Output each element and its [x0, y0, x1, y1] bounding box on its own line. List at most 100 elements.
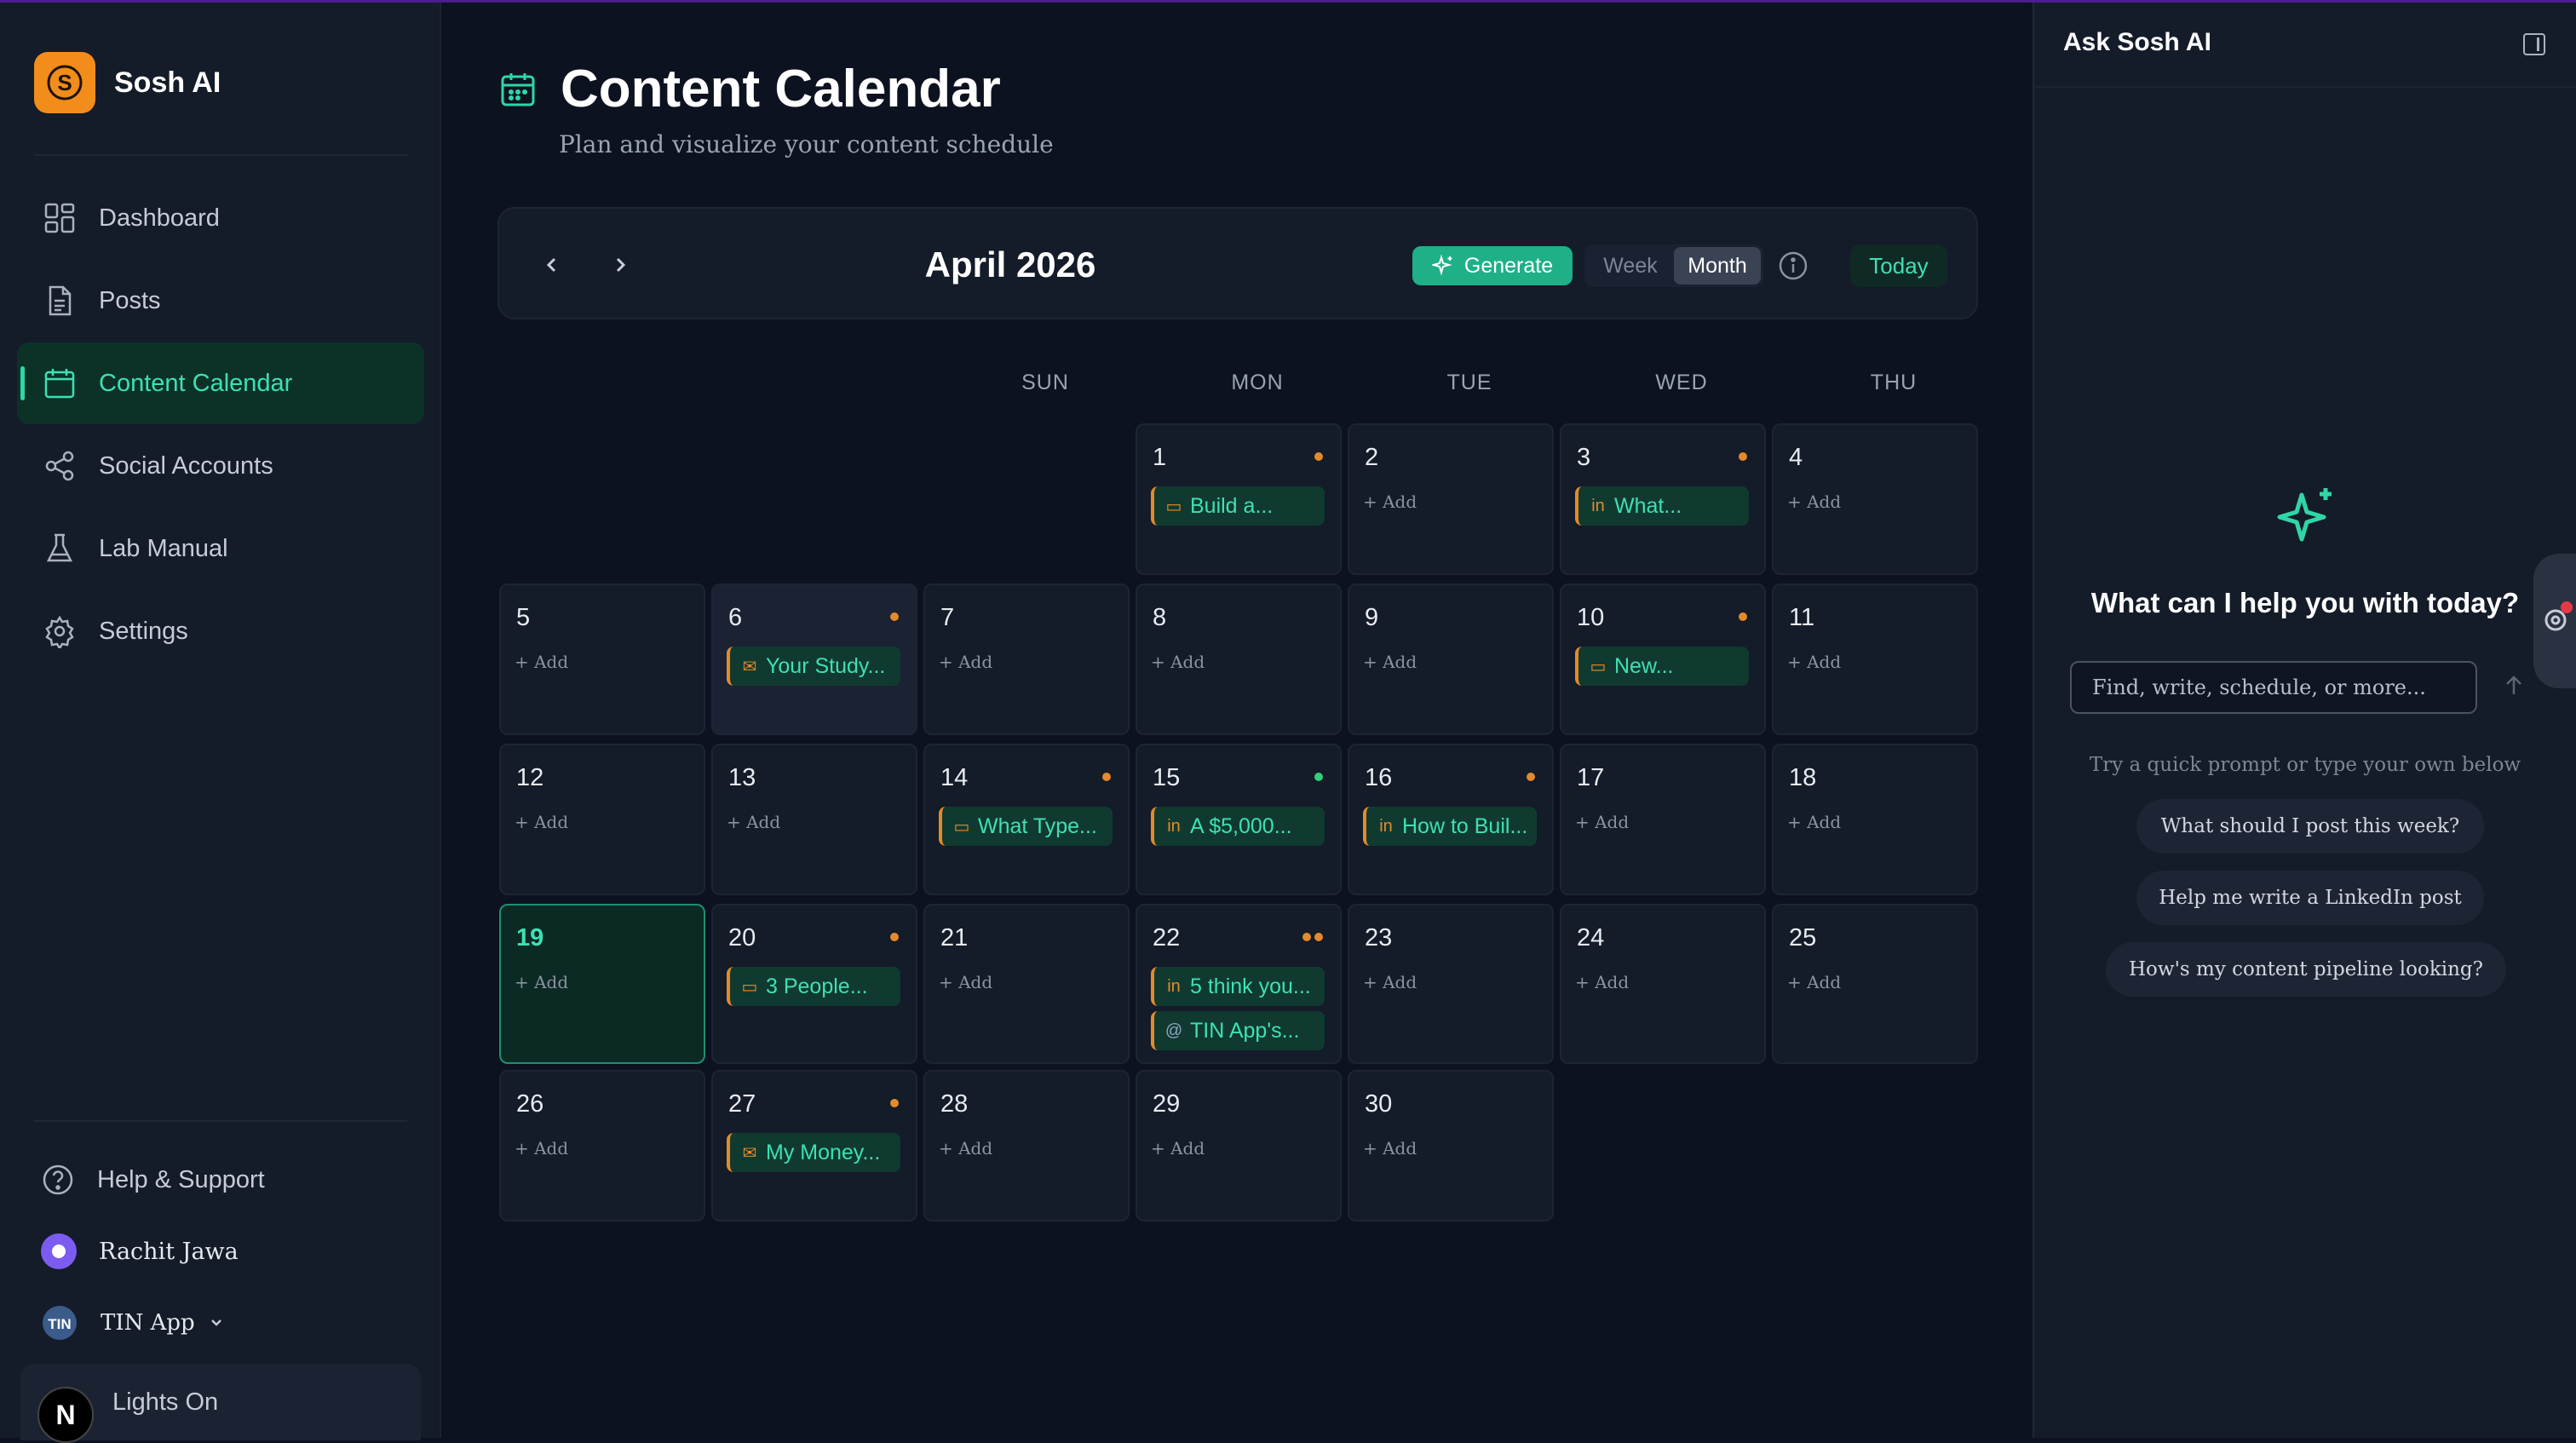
add-event-link[interactable]: + Add	[1363, 1138, 1417, 1158]
sidebar-item-posts[interactable]: Posts	[17, 260, 424, 342]
add-event-link[interactable]: + Add	[1787, 492, 1841, 512]
add-event-link[interactable]: + Add	[1151, 652, 1205, 672]
calendar-day-cell[interactable]: 8 + Add	[1136, 584, 1342, 735]
video-icon: ▭	[1165, 497, 1182, 516]
calendar-day-cell[interactable]: 22 in 5 think you... @ TIN App's...	[1136, 904, 1342, 1064]
calendar-day-cell[interactable]: 21 + Add	[923, 904, 1130, 1064]
event-chip[interactable]: in A $5,000...	[1151, 807, 1325, 846]
add-event-link[interactable]: + Add	[939, 972, 992, 992]
calendar-day-cell[interactable]: 25 + Add	[1772, 904, 1978, 1064]
calendar-day-cell[interactable]: 20 ▭ 3 People...	[711, 904, 917, 1064]
day-number: 28	[940, 1090, 969, 1118]
generate-button[interactable]: Generate	[1412, 246, 1573, 285]
status-dot	[890, 933, 899, 941]
calendar-day-cell[interactable]: 30 + Add	[1348, 1070, 1554, 1222]
sidebar-item-dashboard[interactable]: Dashboard	[17, 177, 424, 259]
sidebar-item-social-accounts[interactable]: Social Accounts	[17, 425, 424, 507]
page-title: Content Calendar	[561, 60, 1001, 118]
avatar	[41, 1233, 77, 1269]
add-event-link[interactable]: + Add	[939, 652, 992, 672]
add-event-link[interactable]: + Add	[1575, 812, 1629, 832]
prev-month-button[interactable]	[535, 248, 569, 282]
add-event-link[interactable]: + Add	[939, 1138, 992, 1158]
prompt-chip[interactable]: Help me write a LinkedIn post	[2136, 871, 2484, 925]
calendar-day-cell[interactable]: 29 + Add	[1136, 1070, 1342, 1222]
calendar-day-cell[interactable]: 27 ✉ My Money...	[711, 1070, 917, 1222]
day-number: 27	[728, 1090, 756, 1118]
calendar-day-cell[interactable]: 10 ▭ New...	[1560, 584, 1766, 735]
calendar-day-cell[interactable]: 2 + Add	[1348, 423, 1554, 575]
event-chip[interactable]: in How to Buil...	[1363, 807, 1537, 846]
add-event-link[interactable]: + Add	[1787, 652, 1841, 672]
sidebar-item-settings[interactable]: Settings	[17, 590, 424, 672]
status-dot	[1102, 773, 1111, 781]
brand[interactable]: S Sosh AI	[34, 52, 221, 113]
month-view-button[interactable]: Month	[1674, 247, 1761, 285]
add-event-link[interactable]: + Add	[515, 812, 568, 832]
event-chip[interactable]: in 5 think you...	[1151, 967, 1325, 1006]
calendar-day-cell[interactable]: 13 + Add	[711, 744, 917, 895]
calendar-day-cell[interactable]: 23 + Add	[1348, 904, 1554, 1064]
calendar-day-cell[interactable]: 17 + Add	[1560, 744, 1766, 895]
calendar-day-cell[interactable]: 3 in What...	[1560, 423, 1766, 575]
add-event-link[interactable]: + Add	[1363, 492, 1417, 512]
event-chip[interactable]: ✉ Your Study...	[727, 647, 900, 686]
calendar-day-cell[interactable]: 19 + Add	[499, 904, 705, 1064]
status-dot	[1739, 612, 1747, 621]
add-event-link[interactable]: + Add	[515, 1138, 568, 1158]
event-chip[interactable]: @ TIN App's...	[1151, 1011, 1325, 1050]
add-event-link[interactable]: + Add	[515, 972, 568, 992]
sidebar-item-lab-manual[interactable]: Lab Manual	[17, 508, 424, 589]
calendar-day-cell[interactable]: 28 + Add	[923, 1070, 1130, 1222]
event-chip[interactable]: ▭ Build a...	[1151, 486, 1325, 526]
video-icon: ▭	[1590, 657, 1607, 676]
calendar-day-cell[interactable]: 16 in How to Buil...	[1348, 744, 1554, 895]
user-profile[interactable]: Rachit Jawa	[17, 1216, 424, 1287]
calendar-day-cell[interactable]: 6 ✉ Your Study...	[711, 584, 917, 735]
add-event-link[interactable]: + Add	[515, 652, 568, 672]
event-chip[interactable]: in What...	[1575, 486, 1749, 526]
add-event-link[interactable]: + Add	[727, 812, 780, 832]
share-icon	[45, 451, 74, 481]
status-dot	[1527, 773, 1535, 781]
calendar-day-cell[interactable]: 24 + Add	[1560, 904, 1766, 1064]
day-number: 12	[516, 764, 544, 791]
assistant-input[interactable]: Find, write, schedule, or more...	[2070, 661, 2477, 714]
prompt-chip[interactable]: What should I post this week?	[2136, 799, 2484, 854]
prompt-chip[interactable]: How's my content pipeline looking?	[2106, 942, 2506, 997]
add-event-link[interactable]: + Add	[1575, 972, 1629, 992]
floating-widget-button[interactable]	[2533, 554, 2576, 688]
help-support-link[interactable]: Help & Support	[17, 1144, 424, 1216]
calendar-day-cell[interactable]: 9 + Add	[1348, 584, 1554, 735]
add-event-link[interactable]: + Add	[1363, 652, 1417, 672]
sidebar-item-content-calendar[interactable]: Content Calendar	[17, 342, 424, 424]
week-view-button[interactable]: Week	[1587, 247, 1674, 285]
calendar-day-cell[interactable]: 18 + Add	[1772, 744, 1978, 895]
add-event-link[interactable]: + Add	[1363, 972, 1417, 992]
today-button[interactable]: Today	[1850, 244, 1947, 287]
calendar-day-cell[interactable]: 1 ▭ Build a...	[1136, 423, 1342, 575]
add-event-link[interactable]: + Add	[1151, 1138, 1205, 1158]
event-chip[interactable]: ▭ New...	[1575, 647, 1749, 686]
add-event-link[interactable]: + Add	[1787, 972, 1841, 992]
event-chip[interactable]: ▭ What Type...	[939, 807, 1113, 846]
event-chip[interactable]: ✉ My Money...	[727, 1133, 900, 1172]
calendar-day-cell[interactable]: 7 + Add	[923, 584, 1130, 735]
workspace-switcher[interactable]: TIN TIN App	[17, 1287, 424, 1359]
calendar-day-cell[interactable]: 15 in A $5,000...	[1136, 744, 1342, 895]
theme-toggle[interactable]: N Lights On	[20, 1364, 421, 1443]
next-month-button[interactable]	[603, 248, 637, 282]
event-chip[interactable]: ▭ 3 People...	[727, 967, 900, 1006]
send-arrow-icon[interactable]	[2503, 674, 2525, 698]
calendar-day-cell[interactable]: 5 + Add	[499, 584, 705, 735]
calendar-day-cell[interactable]: 14 ▭ What Type...	[923, 744, 1130, 895]
calendar-day-cell[interactable]: 4 + Add	[1772, 423, 1978, 575]
calendar-day-cell[interactable]: 26 + Add	[499, 1070, 705, 1222]
info-icon[interactable]	[1777, 250, 1809, 282]
add-event-link[interactable]: + Add	[1787, 812, 1841, 832]
collapse-panel-icon[interactable]	[2523, 33, 2545, 55]
next-badge[interactable]: N	[37, 1387, 94, 1443]
calendar-day-cell[interactable]: 11 + Add	[1772, 584, 1978, 735]
calendar-day-cell[interactable]: 12 + Add	[499, 744, 705, 895]
page-subtitle: Plan and visualize your content schedule	[559, 130, 1054, 158]
